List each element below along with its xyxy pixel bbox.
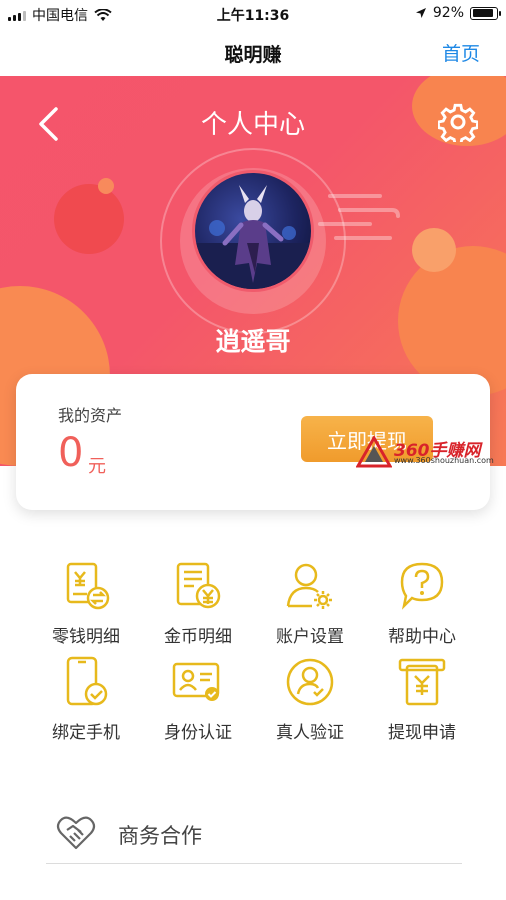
avatar[interactable] <box>192 170 314 292</box>
menu-item-label: 绑定手机 <box>52 723 120 743</box>
gear-icon[interactable] <box>438 102 478 142</box>
watermark: 360手赚网 www.360shouzhuan.com <box>350 434 500 470</box>
menu-item-label: 真人验证 <box>276 723 344 743</box>
withdraw-apply-icon <box>398 658 446 706</box>
menu-item-label: 金币明细 <box>164 627 232 647</box>
menu-item-label: 帮助中心 <box>388 627 456 647</box>
business-cooperation-label: 商务合作 <box>118 824 202 848</box>
battery-icon <box>470 6 501 20</box>
business-cooperation-row[interactable]: 商务合作 <box>46 808 462 864</box>
watermark-url: www.360shouzhuan.com <box>394 456 494 465</box>
handshake-heart-icon <box>56 816 96 850</box>
menu-item-label: 零钱明细 <box>52 627 120 647</box>
bind-phone-icon <box>66 656 108 706</box>
menu-item-help-center[interactable]: 帮助中心 <box>366 560 478 650</box>
home-link[interactable]: 首页 <box>442 39 480 66</box>
menu-item-face-verify[interactable]: 真人验证 <box>254 656 366 746</box>
app-title: 聪明赚 <box>224 44 282 66</box>
coin-detail-icon <box>176 562 221 609</box>
nav-bar: 聪明赚 首页 <box>0 28 506 76</box>
help-icon <box>400 562 444 610</box>
username: 逍遥哥 <box>215 327 291 356</box>
page-title: 个人中心 <box>200 110 305 140</box>
menu-item-withdraw-apply[interactable]: 提现申请 <box>366 656 478 746</box>
status-bar: 中国电信 上午11:36 92% <box>0 0 506 28</box>
decor-circle <box>412 228 456 272</box>
change-detail-icon <box>66 562 110 610</box>
asset-label: 我的资产 <box>58 406 123 425</box>
menu-item-id-verify[interactable]: 身份认证 <box>142 656 254 746</box>
menu-item-coin-detail[interactable]: 金币明细 <box>142 560 254 650</box>
menu-item-label: 提现申请 <box>388 723 456 743</box>
menu-item-label: 身份认证 <box>164 723 232 743</box>
decor-circle <box>54 184 124 254</box>
account-settings-icon <box>286 563 332 609</box>
asset-amount: 0 <box>58 430 84 476</box>
decor-circle <box>98 178 114 194</box>
menu-item-account-settings[interactable]: 账户设置 <box>254 560 366 650</box>
avatar-figure <box>195 185 311 289</box>
battery-percent: 92% <box>432 5 464 21</box>
id-card-icon <box>172 662 220 701</box>
location-arrow-icon <box>415 8 426 18</box>
menu-item-change-detail[interactable]: 零钱明细 <box>30 560 142 650</box>
face-verify-icon <box>286 658 334 706</box>
watermark-logo-icon <box>356 436 392 468</box>
asset-unit: 元 <box>88 456 106 477</box>
menu-item-bind-phone[interactable]: 绑定手机 <box>30 656 142 746</box>
menu-item-label: 账户设置 <box>276 627 344 647</box>
